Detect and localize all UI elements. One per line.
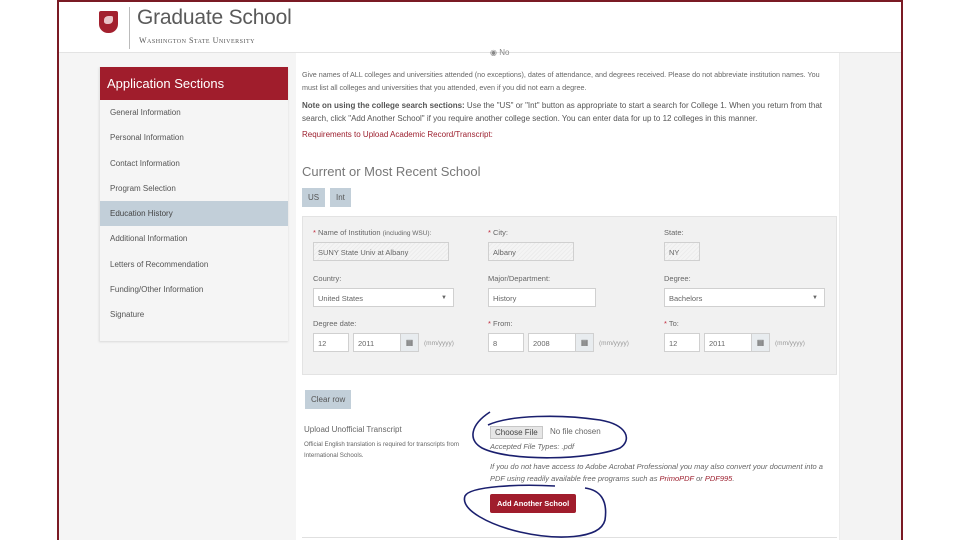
site-title[interactable]: Graduate School — [137, 6, 292, 30]
int-search-button[interactable]: Int — [330, 188, 351, 207]
sidebar-item-contact-information[interactable]: Contact Information — [100, 151, 288, 176]
logo-divider — [129, 7, 130, 49]
required-marker: * — [313, 228, 316, 237]
accepted-file-types: Accepted File Types: .pdf — [490, 442, 575, 451]
city-label: * City: — [488, 228, 508, 237]
major-label: Major/Department: — [488, 274, 551, 283]
to-label: * To: — [664, 319, 679, 328]
us-search-button[interactable]: US — [302, 188, 326, 207]
pdf995-link[interactable]: PDF995 — [705, 474, 733, 483]
to-date-format: (mm/yyyy) — [775, 340, 805, 347]
country-value: United States — [318, 294, 364, 303]
from-month-input[interactable]: 8 — [488, 333, 524, 352]
choose-file-button[interactable]: Choose File — [490, 426, 543, 439]
calendar-icon[interactable]: ▦ — [400, 333, 419, 352]
add-another-school-button[interactable]: Add Another School — [490, 494, 577, 513]
to-label-text: To: — [668, 319, 679, 328]
city-input[interactable]: Albany — [488, 242, 574, 261]
institution-label: * Name of Institution (including WSU): — [313, 228, 431, 237]
degree-select[interactable]: Bachelors ▼ — [664, 288, 825, 307]
sidebar-item-funding-other-information[interactable]: Funding/Other Information — [100, 277, 288, 302]
chevron-down-icon: ▼ — [812, 295, 818, 301]
to-year-input[interactable]: 2011 — [704, 333, 752, 352]
country-select[interactable]: United States ▼ — [313, 288, 454, 307]
from-label-text: From: — [493, 319, 513, 328]
app-window: Graduate School Washington State Univers… — [57, 0, 903, 540]
search-note-heading: Note on using the college search section… — [302, 101, 465, 110]
degree-date-month-input[interactable]: 12 — [313, 333, 349, 352]
chevron-down-icon: ▼ — [441, 295, 447, 301]
institution-input[interactable]: SUNY State Univ at Albany — [313, 242, 449, 261]
degree-date-label: Degree date: — [313, 319, 357, 328]
sidebar-item-letters-of-recommendation[interactable]: Letters of Recommendation — [100, 252, 288, 277]
state-input[interactable]: NY — [664, 242, 700, 261]
required-marker: * — [664, 319, 667, 328]
sidebar-item-signature[interactable]: Signature — [100, 302, 288, 327]
primopdf-link[interactable]: PrimoPDF — [660, 474, 694, 483]
sidebar-item-additional-information[interactable]: Additional Information — [100, 226, 288, 251]
country-label: Country: — [313, 274, 342, 283]
section-title: Current or Most Recent School — [302, 164, 481, 179]
wsu-cougar-shield-icon[interactable] — [99, 11, 118, 33]
site-header: Graduate School Washington State Univers… — [59, 2, 901, 53]
to-month-input[interactable]: 12 — [664, 333, 700, 352]
right-gutter — [839, 53, 901, 540]
state-label: State: — [664, 228, 684, 237]
pdf-conversion-text: If you do not have access to Adobe Acrob… — [490, 462, 823, 483]
from-label: * From: — [488, 319, 513, 328]
from-date-format: (mm/yyyy) — [599, 340, 629, 347]
conversion-end: . — [732, 474, 735, 483]
section-divider — [302, 537, 837, 538]
required-marker: * — [488, 228, 491, 237]
requirements-link[interactable]: Requirements to Upload Academic Record/T… — [302, 130, 493, 139]
major-input[interactable]: History — [488, 288, 596, 307]
degree-label: Degree: — [664, 274, 691, 283]
city-label-text: City: — [493, 228, 509, 237]
radio-no-option[interactable]: ◉ No — [490, 48, 509, 57]
file-status: No file chosen — [550, 427, 601, 436]
search-note: Note on using the college search section… — [302, 99, 832, 125]
clear-row-button[interactable]: Clear row — [305, 390, 352, 409]
site-subtitle: Washington State University — [139, 36, 256, 45]
from-year-input[interactable]: 2008 — [528, 333, 576, 352]
radio-no-label: No — [499, 48, 510, 57]
page-content: Application Sections General Information… — [59, 48, 901, 540]
degree-value: Bachelors — [669, 294, 703, 303]
translation-note: Official English translation is required… — [304, 441, 459, 459]
application-sections-sidebar: Application Sections General Information… — [99, 67, 288, 341]
sidebar-title: Application Sections — [100, 67, 288, 100]
school-form: * Name of Institution (including WSU): S… — [302, 216, 837, 375]
sidebar-item-program-selection[interactable]: Program Selection — [100, 176, 288, 201]
intro-text: Give names of ALL colleges and universit… — [302, 70, 820, 92]
upload-transcript-label: Upload Unofficial Transcript — [304, 425, 402, 434]
degree-date-format: (mm/yyyy) — [424, 340, 454, 347]
sidebar-item-personal-information[interactable]: Personal Information — [100, 125, 288, 150]
required-marker: * — [488, 319, 491, 328]
institution-label-note: (including WSU): — [382, 230, 432, 237]
sidebar-item-general-information[interactable]: General Information — [100, 100, 288, 125]
conversion-or: or — [693, 474, 705, 483]
pdf-conversion-note: If you do not have access to Adobe Acrob… — [490, 461, 830, 485]
degree-date-year-input[interactable]: 2011 — [353, 333, 401, 352]
calendar-icon[interactable]: ▦ — [751, 333, 770, 352]
institution-label-text: Name of Institution — [318, 228, 381, 237]
sidebar-item-education-history[interactable]: Education History — [100, 201, 288, 227]
calendar-icon[interactable]: ▦ — [575, 333, 594, 352]
